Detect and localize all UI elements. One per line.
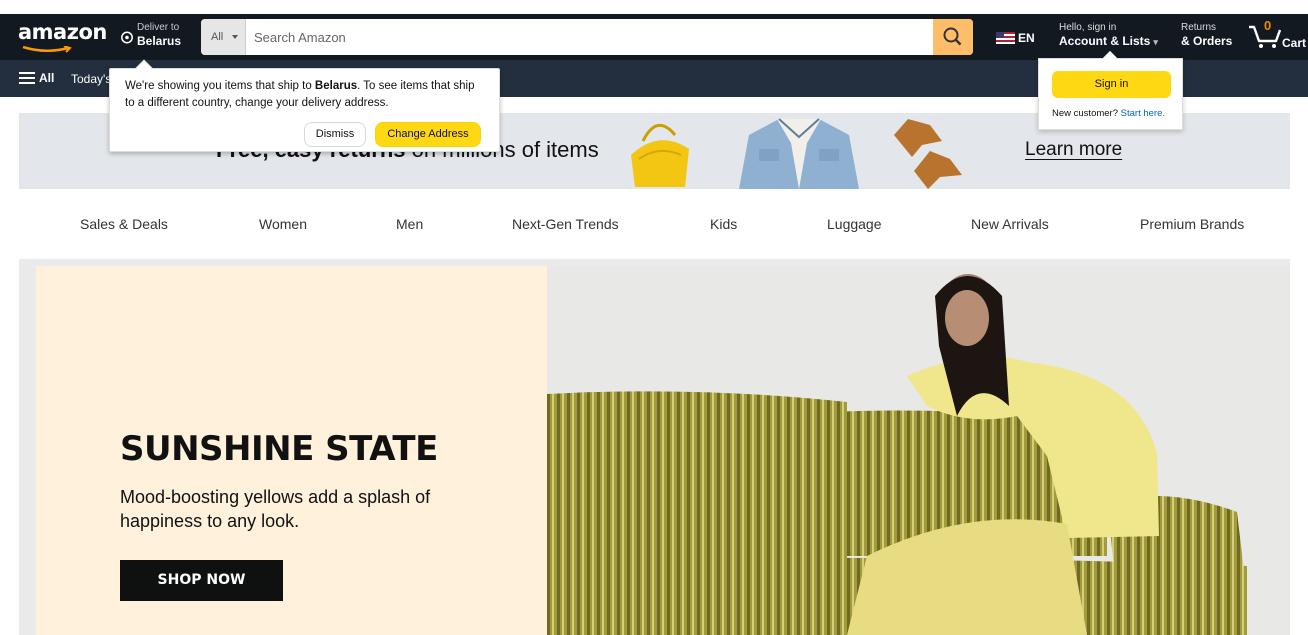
popover-message-prefix: We're showing you items that ship to (125, 80, 315, 92)
account-greeting: Hello, sign in (1059, 22, 1117, 33)
account-lists-label: Account & Lists (1059, 34, 1151, 48)
deliver-to-label: Deliver to (137, 22, 180, 33)
search-input[interactable] (247, 19, 933, 55)
nav-todays-deals[interactable]: Today's Deals (71, 72, 111, 86)
all-menu-label[interactable]: All (39, 71, 54, 85)
category-new-arrivals[interactable]: New Arrivals (971, 216, 1049, 232)
sign-in-flyout: Sign in New customer? Start here. (1038, 50, 1183, 130)
language-label: EN (1018, 31, 1035, 45)
language-selector[interactable]: EN (996, 31, 1035, 45)
search-category-label: All (211, 31, 224, 43)
start-here-link[interactable]: Start here. (1121, 108, 1165, 119)
hamburger-menu-icon[interactable] (19, 72, 35, 84)
cart-button[interactable]: 0 Cart (1248, 18, 1308, 56)
delivery-location-popover: We're showing you items that ship to Bel… (109, 59, 500, 152)
category-women[interactable]: Women (259, 216, 307, 232)
sign-in-button[interactable]: Sign in (1052, 71, 1171, 98)
category-nav: Sales & Deals Women Men Next-Gen Trends … (0, 198, 1308, 250)
search-bar: All (201, 19, 973, 55)
category-premium-brands[interactable]: Premium Brands (1140, 216, 1244, 232)
popover-message: We're showing you items that ship to Bel… (125, 78, 485, 112)
search-icon (943, 27, 962, 46)
new-customer-text: New customer? Start here. (1052, 108, 1165, 119)
category-sales-deals[interactable]: Sales & Deals (80, 216, 168, 232)
yellow-handbag-image (631, 124, 689, 187)
hero-title: SUNSHINE STATE (120, 429, 438, 469)
category-luggage[interactable]: Luggage (827, 216, 882, 232)
category-next-gen-trends[interactable]: Next-Gen Trends (512, 216, 619, 232)
change-address-button[interactable]: Change Address (375, 122, 481, 147)
popover-country: Belarus (314, 80, 358, 92)
category-men[interactable]: Men (396, 216, 423, 232)
cart-count: 0 (1264, 18, 1272, 33)
learn-more-link[interactable]: Learn more (1025, 139, 1122, 161)
new-customer-label: New customer? (1052, 108, 1118, 119)
amazon-smile-icon (22, 46, 72, 53)
hero-banner: SUNSHINE STATE Mood-boosting yellows add… (19, 259, 1290, 635)
account-and-lists[interactable]: Hello, sign in Account & Lists ▾ (1059, 22, 1158, 48)
location-pin-icon (121, 31, 133, 44)
caret-down-icon (232, 35, 238, 39)
category-kids[interactable]: Kids (710, 216, 737, 232)
dismiss-button[interactable]: Dismiss (304, 122, 366, 147)
returns-and-orders[interactable]: Returns & Orders (1181, 22, 1232, 48)
hero-photo-woman-on-sofa[interactable] (547, 266, 1290, 635)
us-flag-icon (996, 32, 1015, 44)
cart-label: Cart (1282, 36, 1307, 50)
shop-now-button[interactable]: SHOP NOW (120, 560, 283, 601)
search-category-dropdown[interactable]: All (201, 19, 246, 55)
deliver-country: Belarus (137, 34, 182, 48)
orders-label: & Orders (1181, 34, 1233, 48)
sofa-and-model-image (547, 274, 1247, 635)
denim-jacket-image (739, 118, 859, 189)
brown-boots-image (894, 119, 962, 189)
search-button[interactable] (933, 19, 973, 55)
returns-label: Returns (1181, 22, 1217, 33)
caret-down-icon: ▾ (1153, 37, 1158, 47)
hero-subtitle: Mood-boosting yellows add a splash of ha… (120, 487, 431, 531)
amazon-logo[interactable]: amazon (18, 20, 107, 44)
